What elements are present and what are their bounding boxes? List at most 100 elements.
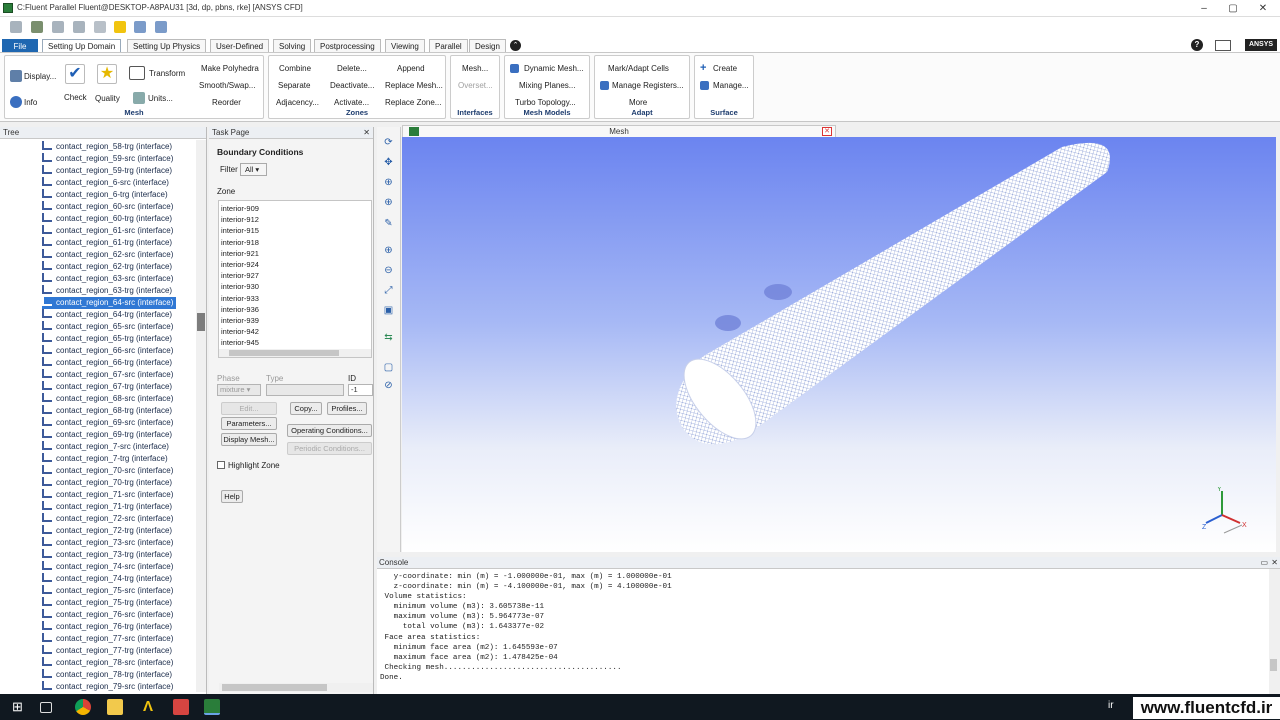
check-button[interactable]: Check bbox=[64, 93, 87, 102]
console-restore-icon[interactable]: ▭ bbox=[1260, 557, 1268, 569]
console-output[interactable]: y-coordinate: min (m) = -1.000000e-01, m… bbox=[377, 569, 1270, 694]
tab-setting-up-domain[interactable]: Setting Up Domain bbox=[42, 39, 122, 52]
zoom-box-icon[interactable]: ⊕ bbox=[382, 244, 395, 257]
tab-viewing[interactable]: Viewing bbox=[385, 39, 425, 52]
windows-start-icon[interactable]: ⊞ bbox=[12, 699, 28, 715]
smooth-swap-button[interactable]: Smooth/Swap... bbox=[199, 81, 255, 90]
save-icon[interactable] bbox=[52, 21, 64, 33]
zone-list-hscrollbar[interactable] bbox=[219, 349, 371, 357]
separate-button[interactable]: Separate bbox=[278, 81, 310, 90]
zone-list-item[interactable]: interior-915 bbox=[219, 225, 371, 236]
tab-file[interactable]: File bbox=[2, 39, 38, 52]
tree-item[interactable]: contact_region_62-src (interface) bbox=[42, 249, 173, 261]
zoom-out-icon[interactable]: ⊖ bbox=[382, 264, 395, 277]
mark-adapt-cells-button[interactable]: Mark/Adapt Cells bbox=[608, 64, 669, 73]
graphics-tab-close-icon[interactable]: ✕ bbox=[822, 127, 832, 136]
zone-list-item[interactable]: interior-912 bbox=[219, 214, 371, 225]
tree-item[interactable]: contact_region_64-src (interface) bbox=[42, 297, 177, 309]
tree-scrollbar[interactable] bbox=[196, 140, 206, 692]
flash-icon[interactable] bbox=[94, 21, 106, 33]
tree-item[interactable]: contact_region_70-trg (interface) bbox=[42, 477, 172, 489]
maximize-button[interactable]: ▢ bbox=[1216, 0, 1250, 17]
chrome-icon[interactable] bbox=[75, 699, 91, 715]
create-surface-button[interactable]: Create bbox=[713, 64, 737, 73]
mixing-planes-button[interactable]: Mixing Planes... bbox=[519, 81, 575, 90]
link-view-icon[interactable]: ⊘ bbox=[382, 379, 395, 392]
tree-item[interactable]: contact_region_62-trg (interface) bbox=[42, 261, 172, 273]
append-button[interactable]: Append bbox=[397, 64, 425, 73]
tree-item[interactable]: contact_region_68-src (interface) bbox=[42, 393, 173, 405]
fit-to-window-icon[interactable]: ⤢ bbox=[382, 284, 395, 297]
tree-item[interactable]: contact_region_66-trg (interface) bbox=[42, 357, 172, 369]
zone-list-item[interactable]: interior-939 bbox=[219, 315, 371, 326]
tree-item[interactable]: contact_region_69-src (interface) bbox=[42, 417, 173, 429]
zone-list[interactable]: interior-909 interior-912 interior-915 inte… bbox=[218, 200, 372, 358]
task-page-hscrollbar[interactable] bbox=[219, 683, 373, 692]
fluent-taskbar-icon[interactable] bbox=[204, 699, 220, 715]
manage-registers-button[interactable]: Manage Registers... bbox=[612, 81, 684, 90]
task-view-icon[interactable] bbox=[40, 702, 52, 713]
tab-solving[interactable]: Solving bbox=[273, 39, 312, 52]
tree-item[interactable]: contact_region_74-src (interface) bbox=[42, 561, 173, 573]
tree-item[interactable]: contact_region_59-src (interface) bbox=[42, 153, 173, 165]
tab-setting-up-physics[interactable]: Setting Up Physics bbox=[127, 39, 207, 52]
tab-parallel[interactable]: Parallel bbox=[429, 39, 468, 52]
tree-item[interactable]: contact_region_75-trg (interface) bbox=[42, 597, 172, 609]
ansys-workbench-icon[interactable] bbox=[114, 21, 126, 33]
tree-item[interactable]: contact_region_70-src (interface) bbox=[42, 465, 173, 477]
tree-item[interactable]: contact_region_73-trg (interface) bbox=[42, 549, 172, 561]
tree-item[interactable]: contact_region_61-trg (interface) bbox=[42, 237, 172, 249]
collapse-ribbon-icon[interactable]: ⌃ bbox=[510, 40, 521, 51]
profiles-button[interactable]: Profiles... bbox=[327, 402, 367, 415]
display-button[interactable]: Display... bbox=[24, 72, 56, 81]
highlight-zone-checkbox[interactable] bbox=[217, 461, 225, 469]
tree-item[interactable]: contact_region_60-src (interface) bbox=[42, 201, 173, 213]
tree-item[interactable]: contact_region_65-src (interface) bbox=[42, 321, 173, 333]
help-icon[interactable]: ? bbox=[1191, 39, 1203, 51]
tree-item[interactable]: contact_region_76-src (interface) bbox=[42, 609, 173, 621]
display-mesh-button[interactable]: Display Mesh... bbox=[221, 433, 277, 446]
manage-surface-button[interactable]: Manage... bbox=[713, 81, 749, 90]
tree-item[interactable]: contact_region_78-src (interface) bbox=[42, 657, 173, 669]
tree-item[interactable]: contact_region_65-trg (interface) bbox=[42, 333, 172, 345]
turbo-topology-button[interactable]: Turbo Topology... bbox=[515, 98, 576, 107]
file-explorer-icon[interactable] bbox=[107, 699, 123, 715]
tree-item[interactable]: contact_region_7-src (interface) bbox=[42, 441, 169, 453]
close-button[interactable]: ✕ bbox=[1246, 0, 1280, 17]
tree-item[interactable]: contact_region_6-src (interface) bbox=[42, 177, 169, 189]
interface-mesh-button[interactable]: Mesh... bbox=[462, 64, 488, 73]
copy-button[interactable]: Copy... bbox=[290, 402, 322, 415]
zone-list-item[interactable]: interior-945 bbox=[219, 337, 371, 348]
tab-postprocessing[interactable]: Postprocessing bbox=[314, 39, 381, 52]
copy-view-icon[interactable]: ▢ bbox=[382, 361, 395, 374]
tree-item[interactable]: contact_region_64-trg (interface) bbox=[42, 309, 172, 321]
rotate-icon[interactable]: ⟳ bbox=[382, 136, 395, 149]
combine-button[interactable]: Combine bbox=[279, 64, 311, 73]
tree-item[interactable]: contact_region_69-trg (interface) bbox=[42, 429, 172, 441]
tree-item[interactable]: contact_region_68-trg (interface) bbox=[42, 405, 172, 417]
reorder-button[interactable]: Reorder bbox=[212, 98, 241, 107]
tree-item[interactable]: contact_region_59-trg (interface) bbox=[42, 165, 172, 177]
zone-list-item[interactable]: interior-921 bbox=[219, 248, 371, 259]
parameters-button[interactable]: Parameters... bbox=[221, 417, 277, 430]
tree-item[interactable]: contact_region_63-trg (interface) bbox=[42, 285, 172, 297]
tree-item[interactable]: contact_region_79-src (interface) bbox=[42, 681, 173, 693]
isometric-view-icon[interactable]: ▣ bbox=[382, 304, 395, 317]
zone-list-item[interactable]: interior-930 bbox=[219, 281, 371, 292]
filter-select[interactable]: All ▾ bbox=[240, 163, 267, 176]
tree-item[interactable]: contact_region_71-src (interface) bbox=[42, 489, 173, 501]
reload-icon[interactable] bbox=[73, 21, 85, 33]
zone-list-item[interactable]: interior-933 bbox=[219, 293, 371, 304]
tab-user-defined[interactable]: User-Defined bbox=[210, 39, 270, 52]
zoom-icon[interactable]: ⊕ bbox=[382, 176, 395, 189]
view-orientation-icon[interactable]: ⇆ bbox=[382, 331, 395, 344]
adjacency-button[interactable]: Adjacency... bbox=[276, 98, 319, 107]
graphics-tab-mesh[interactable]: Mesh ✕ bbox=[402, 125, 836, 137]
units-button[interactable]: Units... bbox=[148, 94, 173, 103]
make-polyhedra-button[interactable]: Make Polyhedra bbox=[201, 64, 259, 73]
quality-button[interactable]: Quality bbox=[95, 94, 120, 103]
layout-menu-icon[interactable] bbox=[1215, 40, 1231, 51]
tree-item[interactable]: contact_region_76-trg (interface) bbox=[42, 621, 172, 633]
tree-scroll-thumb[interactable] bbox=[197, 313, 205, 331]
tree-item[interactable]: contact_region_75-src (interface) bbox=[42, 585, 173, 597]
